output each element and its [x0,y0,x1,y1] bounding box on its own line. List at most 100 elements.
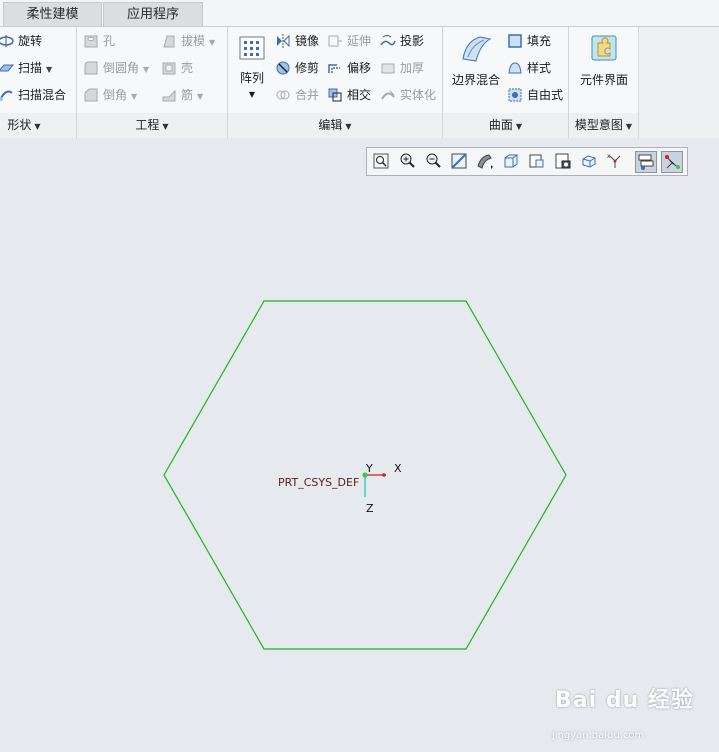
view-manager-button[interactable] [527,151,549,173]
mirror-button[interactable]: 镜像 [275,30,319,52]
project-button[interactable]: 投影 [380,30,424,52]
group-model-intent: 元件界面 模型意图 ▼ [569,27,639,138]
chamfer-icon [84,88,98,102]
solidify-icon [381,90,395,100]
offset-icon [328,64,340,73]
svg-text:x: x [607,153,611,160]
swept-blend-button[interactable]: 扫描混合 [0,84,66,106]
revolve-button[interactable]: 旋转 [0,30,42,52]
offset-label: 偏移 [347,61,372,75]
project-label: 投影 [400,34,425,48]
chevron-down-icon[interactable]: ▼ [197,92,203,101]
spin-center-button[interactable] [635,151,657,173]
component-interface-button[interactable]: 元件界面 [573,33,635,88]
solidify-button[interactable]: 实体化 [380,84,436,106]
group-label-model-intent[interactable]: 模型意图 ▼ [569,113,638,138]
style-button[interactable]: 样式 [507,57,551,79]
draft-icon [163,35,175,48]
chamfer-label: 倒角 [103,88,128,102]
intersect-label: 相交 [347,88,372,102]
csys-display-button[interactable] [661,151,683,173]
round-button[interactable]: 倒圆角 ▼ [83,57,149,79]
fill-button[interactable]: 填充 [507,30,551,52]
zoom-out-button[interactable] [423,151,445,173]
display-style-icon [477,154,493,169]
tab-flexible-modeling[interactable]: 柔性建模 [3,2,102,26]
zoom-in-icon [400,153,415,168]
group-surfaces: 边界混合 填充 样式 自由式 曲面 ▼ [443,27,569,138]
swept-blend-icon [0,90,13,101]
pattern-button[interactable]: 阵列 ▼ [232,33,272,99]
refit-icon [373,153,389,169]
pattern-label: 阵列 [239,71,264,85]
group-label-surfaces[interactable]: 曲面 ▼ [443,113,568,138]
thicken-label: 加厚 [400,61,425,75]
shell-button[interactable]: 壳 [161,57,193,79]
tab-applications[interactable]: 应用程序 [103,2,203,26]
chevron-down-icon[interactable]: ▼ [143,65,149,74]
extend-icon [328,35,342,47]
revolve-icon [0,35,14,47]
ribbon-empty-area [639,27,719,138]
intersect-icon [328,88,342,102]
round-label: 倒圆角 [103,61,140,75]
annotation-display-button[interactable] [579,151,601,173]
merge-button[interactable]: 合并 [275,84,319,106]
csys-label[interactable]: PRT_CSYS_DEF [278,476,359,489]
freestyle-icon [508,88,522,102]
chevron-down-icon[interactable]: ▼ [46,65,52,74]
csys-marker[interactable] [362,472,386,497]
sweep-icon [0,64,14,72]
project-icon [380,35,396,46]
graphics-canvas[interactable] [0,139,719,752]
shell-icon [162,62,176,75]
perspective-button[interactable] [553,151,575,173]
graphics-toolbar: x [366,147,688,176]
zoom-in-button[interactable] [397,151,419,173]
saved-orientations-button[interactable] [501,151,523,173]
trim-button[interactable]: 修剪 [275,57,319,79]
spin-center-icon [638,154,654,170]
solidify-label: 实体化 [400,88,437,102]
rib-icon [162,89,176,102]
sweep-button[interactable]: 扫描 ▼ [0,57,52,79]
group-label-engineering[interactable]: 工程 ▼ [77,113,227,138]
group-label-editing[interactable]: 编辑 ▼ [228,113,442,138]
draft-button[interactable]: 拔模 ▼ [161,30,215,52]
perspective-icon [555,153,571,169]
chevron-down-icon[interactable]: ▼ [232,90,272,99]
datum-display-button[interactable]: x [605,151,627,173]
chamfer-button[interactable]: 倒角 ▼ [83,84,137,106]
style-icon [508,62,522,74]
group-label-shape[interactable]: 形状 ▼ [0,113,76,138]
extend-button[interactable]: 延伸 [327,30,371,52]
component-interface-icon [591,35,617,61]
mirror-icon [277,34,290,48]
style-label: 样式 [527,61,552,75]
thicken-button[interactable]: 加厚 [380,57,424,79]
zoom-out-icon [426,153,441,168]
draft-label: 拔模 [181,34,206,48]
watermark-url: jingyan.baidu.com [552,730,645,741]
repaint-button[interactable] [449,151,471,173]
merge-label: 合并 [295,88,320,102]
swept-blend-label: 扫描混合 [18,88,67,102]
display-style-button[interactable] [475,151,497,173]
revolve-label: 旋转 [18,34,43,48]
freestyle-button[interactable]: 自由式 [507,84,563,106]
refit-button[interactable] [371,151,393,173]
z-axis-label: Z [366,502,374,515]
group-shape: 旋转 扫描 ▼ 扫描混合 形状 ▼ [0,27,77,138]
group-engineering: 孔 倒圆角 ▼ 倒角 ▼ 拔模 ▼ 壳 筋 ▼ 工程 ▼ [77,27,228,138]
hole-label: 孔 [103,34,116,48]
rib-button[interactable]: 筋 ▼ [161,84,203,106]
chevron-down-icon[interactable]: ▼ [209,38,215,47]
hole-button[interactable]: 孔 [83,30,115,52]
saved-orientations-icon [504,154,518,168]
boundary-blend-button[interactable]: 边界混合 [447,33,505,88]
chevron-down-icon[interactable]: ▼ [131,92,137,101]
offset-button[interactable]: 偏移 [327,57,371,79]
view-manager-icon [529,154,544,168]
intersect-button[interactable]: 相交 [327,84,371,106]
trim-icon [276,61,290,75]
